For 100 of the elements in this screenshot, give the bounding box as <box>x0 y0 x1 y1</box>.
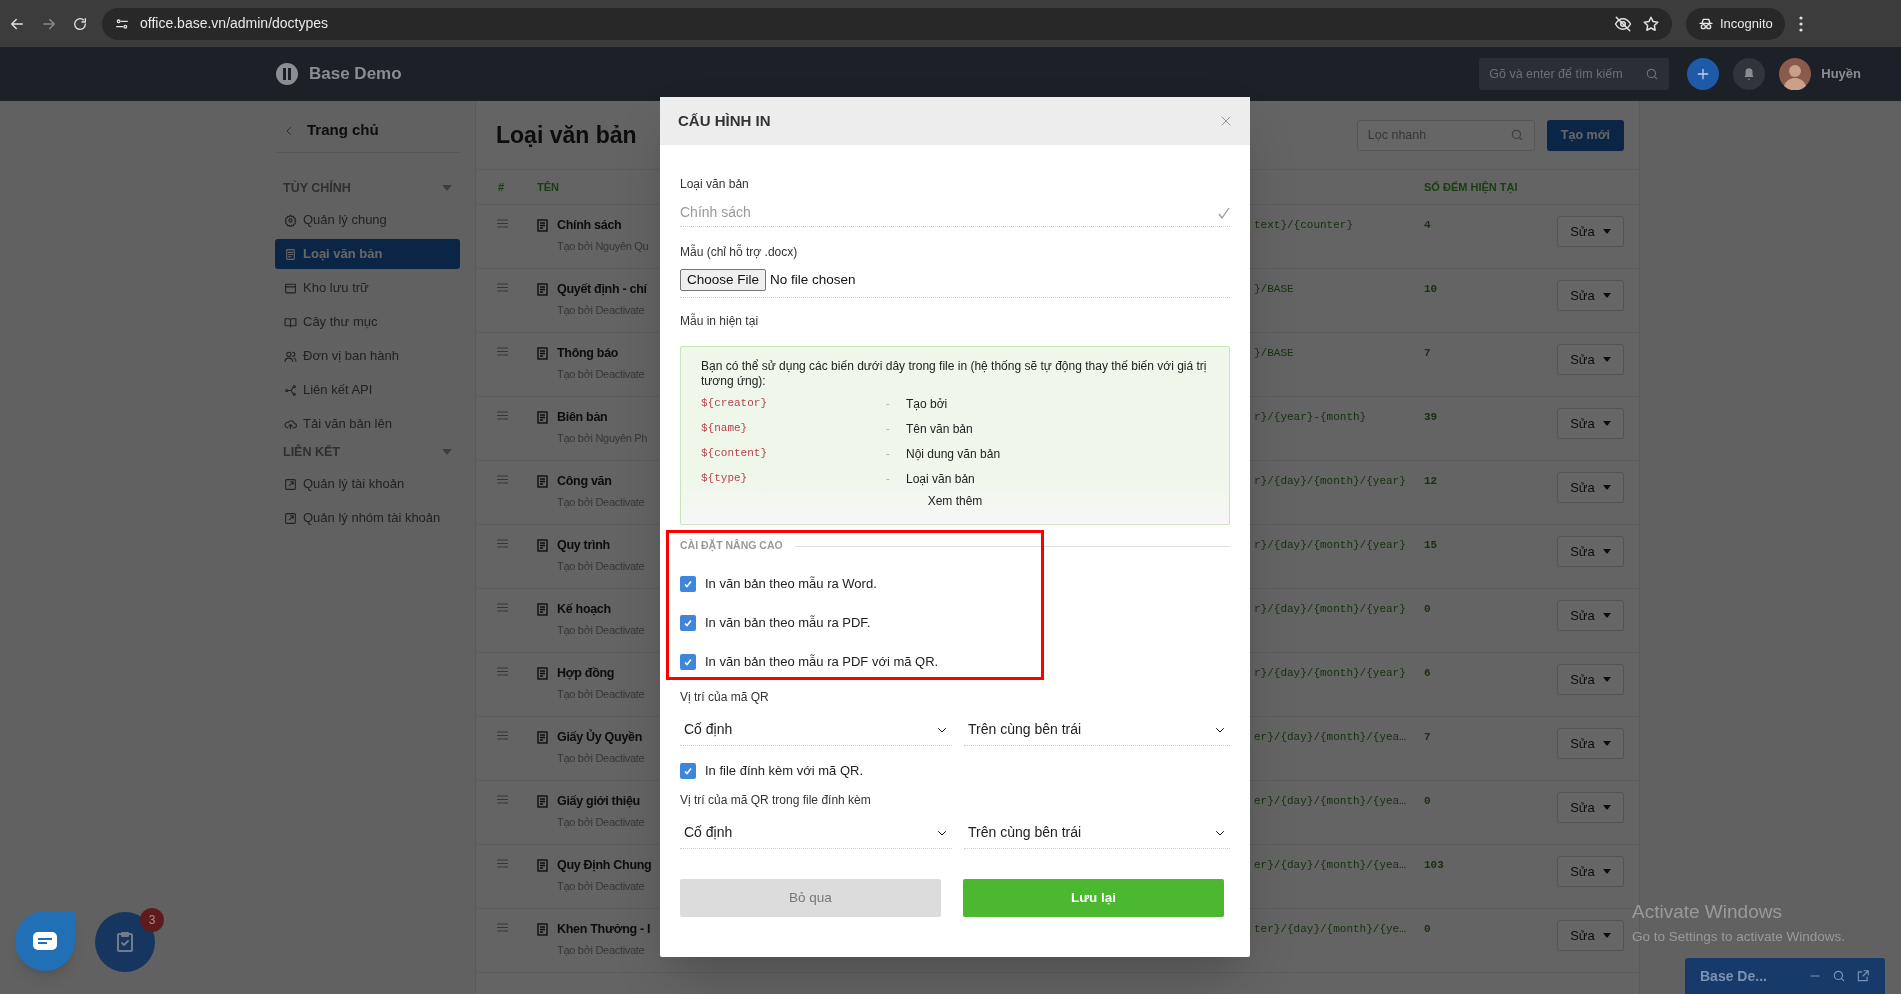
sidebar-item[interactable]: Tải văn bản lên <box>275 409 460 439</box>
edit-dropdown-button[interactable]: Sửa <box>1557 280 1624 311</box>
edit-dropdown-button[interactable]: Sửa <box>1557 344 1624 375</box>
select-field[interactable]: Trên cùng bên trái <box>964 714 1230 746</box>
incognito-chip[interactable]: Incognito <box>1686 7 1785 40</box>
separator: - <box>886 396 891 412</box>
search-icon <box>1645 67 1660 81</box>
create-button[interactable]: Tạo mới <box>1546 119 1624 151</box>
variable-code: ${creator} <box>701 396 768 412</box>
edit-dropdown-button[interactable]: Sửa <box>1557 856 1624 887</box>
sidebar-item[interactable]: Quản lý tài khoản <box>275 469 460 499</box>
drag-handle-icon[interactable] <box>497 731 508 740</box>
drag-handle-icon[interactable] <box>497 347 508 356</box>
doc-type-name[interactable]: Giấy giới thiệu <box>557 792 640 811</box>
edit-dropdown-button[interactable]: Sửa <box>1557 536 1624 567</box>
drag-handle-icon[interactable] <box>497 795 508 804</box>
doc-type-field[interactable]: Chính sách <box>680 199 1230 227</box>
doc-type-name[interactable]: Chính sách <box>557 216 622 235</box>
drag-handle-icon[interactable] <box>497 475 508 484</box>
drag-handle-icon[interactable] <box>497 219 508 228</box>
checkbox[interactable] <box>680 575 696 592</box>
drag-handle-icon[interactable] <box>497 539 508 548</box>
collapse-caret-icon[interactable] <box>442 449 452 455</box>
field-label: Vị trí của mã QR trong file đính kèm <box>680 792 872 809</box>
doc-type-name[interactable]: Quy trình <box>557 536 610 555</box>
search-icon <box>1509 128 1524 142</box>
drag-handle-icon[interactable] <box>497 667 508 676</box>
document-icon <box>537 859 548 872</box>
chat-window-tab[interactable]: Base De... <box>1685 958 1885 994</box>
sidebar-item[interactable]: Quản lý nhóm tài khoản <box>275 503 460 533</box>
sidebar-item[interactable]: Liên kết API <box>275 375 460 405</box>
cancel-button[interactable]: Bỏ qua <box>680 879 941 917</box>
doc-type-name[interactable]: Kế hoạch <box>557 600 611 619</box>
doc-type-name[interactable]: Công văn <box>557 472 612 491</box>
search-field[interactable]: Gõ và enter để tìm kiếm <box>1479 58 1670 90</box>
drag-handle-icon[interactable] <box>497 603 508 612</box>
address-bar[interactable]: office.base.vn/admin/doctypes <box>102 7 1672 40</box>
sidebar-item[interactable]: Kho lưu trữ <box>275 273 460 303</box>
drag-handle-icon[interactable] <box>497 923 508 932</box>
caret-icon <box>1602 293 1611 298</box>
edit-dropdown-button[interactable]: Sửa <box>1557 728 1624 759</box>
table-cell-text: 15 <box>1424 538 1439 553</box>
edit-dropdown-button[interactable]: Sửa <box>1557 792 1624 823</box>
field-label: Mẫu (chỉ hỗ trợ .docx) <box>680 243 799 261</box>
table-cell-text: r}/{day}/{month}/{year} <box>1253 666 1407 681</box>
doc-type-name[interactable]: Biên bản <box>557 408 608 427</box>
sidebar-item[interactable]: Loại văn bản <box>275 239 460 269</box>
sidebar-item[interactable]: Quản lý chung <box>275 205 460 235</box>
check-icon <box>683 578 693 589</box>
caret-icon <box>1602 549 1611 554</box>
url-text: office.base.vn/admin/doctypes <box>140 14 329 33</box>
edit-dropdown-button[interactable]: Sửa <box>1557 472 1624 503</box>
choose-file-button[interactable]: Choose File <box>680 269 767 291</box>
table-cell-text: 0 <box>1424 602 1432 617</box>
select-field[interactable]: Cố định <box>680 817 952 849</box>
home-link[interactable]: Trang chủ <box>307 119 379 142</box>
table-cell-text: er}/{day}/{month}/{yea… <box>1253 858 1407 873</box>
drag-handle-icon[interactable] <box>497 411 508 420</box>
checkbox-label[interactable]: In file đính kèm với mã QR. <box>705 760 864 781</box>
checkbox-label[interactable]: In văn bản theo mẫu ra PDF với mã QR. <box>705 651 939 672</box>
sidebar-item[interactable]: Cây thư mục <box>275 307 460 337</box>
doc-type-name[interactable]: Hợp đồng <box>557 664 615 683</box>
edit-dropdown-button[interactable]: Sửa <box>1557 408 1624 439</box>
add-button[interactable] <box>1687 58 1720 90</box>
checkbox[interactable] <box>680 614 696 631</box>
users-icon <box>284 349 297 363</box>
eye-slash-icon <box>1614 14 1632 33</box>
task-button[interactable] <box>95 912 155 972</box>
select-field[interactable]: Trên cùng bên trái <box>964 817 1230 849</box>
drag-handle-icon[interactable] <box>497 859 508 868</box>
document-icon <box>537 731 548 744</box>
see-more-link[interactable]: Xem thêm <box>927 492 983 510</box>
edit-dropdown-button[interactable]: Sửa <box>1557 920 1624 951</box>
notification-button[interactable] <box>1733 58 1766 90</box>
select-field[interactable]: Cố định <box>680 714 952 746</box>
menu-icon[interactable] <box>1798 15 1803 32</box>
doc-type-name[interactable]: Giấy Ủy Quyền <box>557 728 643 747</box>
table-cell-text: 39 <box>1424 410 1439 425</box>
column-header: # <box>498 179 506 195</box>
edit-dropdown-button[interactable]: Sửa <box>1557 664 1624 695</box>
save-button[interactable]: Lưu lại <box>963 879 1224 917</box>
brand-name: Base Demo <box>309 63 402 86</box>
document-icon <box>537 219 548 232</box>
chat-button[interactable] <box>15 911 75 971</box>
checkbox-label[interactable]: In văn bản theo mẫu ra PDF. <box>705 612 871 633</box>
message-icon <box>33 932 57 950</box>
checkbox-label[interactable]: In văn bản theo mẫu ra Word. <box>705 573 877 594</box>
doc-type-name[interactable]: Quyết định - chí <box>557 280 647 299</box>
collapse-caret-icon[interactable] <box>442 185 452 191</box>
doc-type-name[interactable]: Khen Thưởng - I <box>557 920 651 939</box>
sidebar-item[interactable]: Đơn vị ban hành <box>275 341 460 371</box>
edit-dropdown-button[interactable]: Sửa <box>1557 216 1624 247</box>
drag-handle-icon[interactable] <box>497 283 508 292</box>
checkbox[interactable] <box>680 653 696 670</box>
doc-type-name[interactable]: Quy Định Chung <box>557 856 652 875</box>
table-cell-text: 7 <box>1424 346 1432 361</box>
doc-type-name[interactable]: Thông báo <box>557 344 619 363</box>
checkbox[interactable] <box>680 762 696 779</box>
edit-dropdown-button[interactable]: Sửa <box>1557 600 1624 631</box>
avatar[interactable] <box>1779 58 1812 90</box>
